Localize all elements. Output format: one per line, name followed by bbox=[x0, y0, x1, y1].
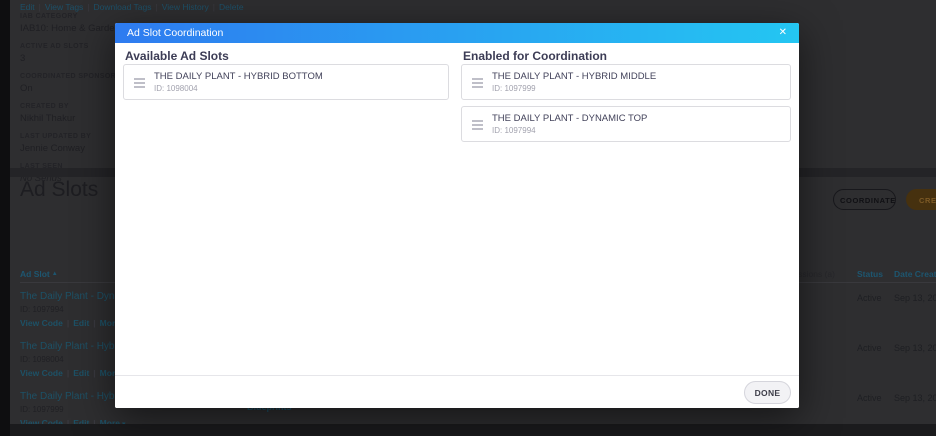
enabled-for-coordination-heading: Enabled for Coordination bbox=[463, 49, 607, 63]
separator: | bbox=[67, 368, 69, 378]
close-icon[interactable]: ✕ bbox=[779, 28, 787, 38]
separator: | bbox=[67, 318, 69, 328]
field-label: IAB CATEGORY bbox=[20, 13, 170, 20]
left-rail bbox=[0, 0, 10, 436]
delete-link[interactable]: Delete bbox=[219, 2, 244, 12]
available-ad-slots-heading: Available Ad Slots bbox=[125, 49, 229, 63]
status-cell: Active bbox=[857, 393, 882, 403]
status-cell: Active bbox=[857, 293, 882, 303]
modal-title: Ad Slot Coordination bbox=[127, 27, 223, 39]
coordinate-button[interactable]: COORDINATE bbox=[833, 189, 896, 210]
separator: | bbox=[87, 2, 89, 12]
view-tags-link[interactable]: View Tags bbox=[45, 2, 83, 12]
status-cell: Active bbox=[857, 343, 882, 353]
page-bottom-band bbox=[10, 424, 936, 436]
download-tags-link[interactable]: Download Tags bbox=[94, 2, 152, 12]
drag-handle-icon[interactable] bbox=[134, 78, 145, 90]
modal-footer: DONE bbox=[115, 375, 799, 408]
enabled-slot-card[interactable]: THE DAILY PLANT - DYNAMIC TOP ID: 109799… bbox=[461, 106, 791, 142]
date-created-cell: Sep 13, 2024 bbox=[894, 393, 936, 403]
modal-header: Ad Slot Coordination ✕ bbox=[115, 23, 799, 43]
sort-asc-icon: ▲ bbox=[52, 271, 58, 277]
view-code-link[interactable]: View Code bbox=[20, 318, 63, 328]
date-created-cell: Sep 13, 2024 bbox=[894, 293, 936, 303]
screen: Edit | View Tags | Download Tags | View Histor… bbox=[0, 0, 936, 436]
page-title: Ad Slots bbox=[20, 178, 98, 202]
separator: | bbox=[93, 318, 95, 328]
view-code-link[interactable]: View Code bbox=[20, 368, 63, 378]
column-header-date-created[interactable]: Date Created bbox=[894, 269, 936, 279]
ad-slot-coordination-modal: Ad Slot Coordination ✕ Available Ad Slot… bbox=[115, 23, 799, 408]
done-button[interactable]: DONE bbox=[744, 381, 791, 404]
separator: | bbox=[156, 2, 158, 12]
create-ad-slot-button[interactable]: CREA bbox=[906, 189, 936, 210]
slot-name: THE DAILY PLANT - HYBRID BOTTOM bbox=[154, 71, 323, 82]
view-history-link[interactable]: View History bbox=[162, 2, 209, 12]
separator: | bbox=[213, 2, 215, 12]
column-header-status[interactable]: Status bbox=[857, 269, 883, 279]
slot-id: ID: 1098004 bbox=[154, 84, 198, 93]
drag-handle-icon[interactable] bbox=[472, 120, 483, 132]
slot-name: THE DAILY PLANT - DYNAMIC TOP bbox=[492, 113, 647, 124]
edit-link[interactable]: Edit bbox=[20, 2, 35, 12]
separator: | bbox=[93, 368, 95, 378]
modal-body: Available Ad Slots Enabled for Coordinat… bbox=[115, 43, 799, 375]
slot-id: ID: 1097999 bbox=[492, 84, 536, 93]
date-created-cell: Sep 13, 2024 bbox=[894, 343, 936, 353]
enabled-slot-card[interactable]: THE DAILY PLANT - HYBRID MIDDLE ID: 1097… bbox=[461, 64, 791, 100]
available-slot-card[interactable]: THE DAILY PLANT - HYBRID BOTTOM ID: 1098… bbox=[123, 64, 449, 100]
slot-name: THE DAILY PLANT - HYBRID MIDDLE bbox=[492, 71, 656, 82]
edit-link[interactable]: Edit bbox=[73, 318, 89, 328]
edit-link[interactable]: Edit bbox=[73, 368, 89, 378]
separator: | bbox=[39, 2, 41, 12]
detail-toolbar: Edit | View Tags | Download Tags | View Histor… bbox=[20, 2, 244, 12]
slot-id: ID: 1097994 bbox=[492, 126, 536, 135]
column-header-ad-slot[interactable]: Ad Slot▲ bbox=[20, 269, 58, 279]
drag-handle-icon[interactable] bbox=[472, 78, 483, 90]
